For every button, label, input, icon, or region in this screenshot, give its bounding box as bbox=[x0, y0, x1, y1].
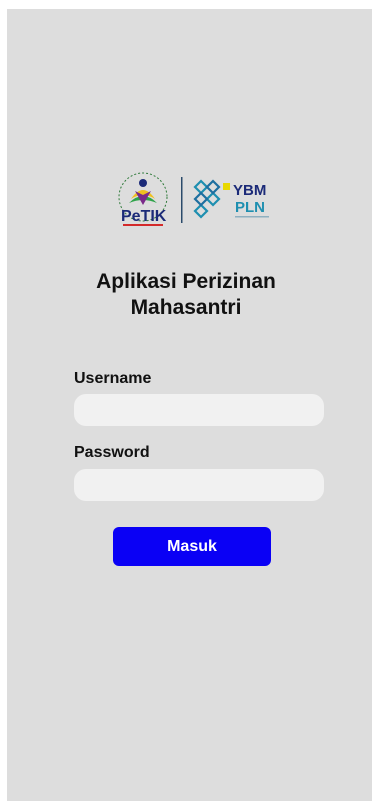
ybm-pln-logo: YBM PLN bbox=[193, 179, 269, 219]
pln-text: PLN bbox=[235, 199, 265, 216]
password-input[interactable] bbox=[74, 469, 324, 501]
petik-logo-text: PeTIK bbox=[121, 208, 167, 225]
page-title: Aplikasi Perizinan Mahasantri bbox=[0, 269, 372, 321]
logo-group: PeTIK YBM PLN bbox=[113, 169, 283, 233]
username-input[interactable] bbox=[74, 394, 324, 426]
password-label: Password bbox=[74, 444, 150, 461]
login-screen: PeTIK YBM PLN Aplikasi Perizinan Mahasan… bbox=[7, 9, 372, 801]
logos-image: PeTIK YBM PLN bbox=[118, 172, 269, 226]
petik-logo: PeTIK bbox=[118, 172, 168, 226]
login-button[interactable]: Masuk bbox=[113, 527, 271, 566]
ybm-text: YBM bbox=[233, 182, 266, 199]
username-label: Username bbox=[74, 370, 152, 387]
page-title-line-1: Aplikasi Perizinan bbox=[96, 270, 276, 293]
page-title-line-2: Mahasantri bbox=[130, 296, 242, 319]
